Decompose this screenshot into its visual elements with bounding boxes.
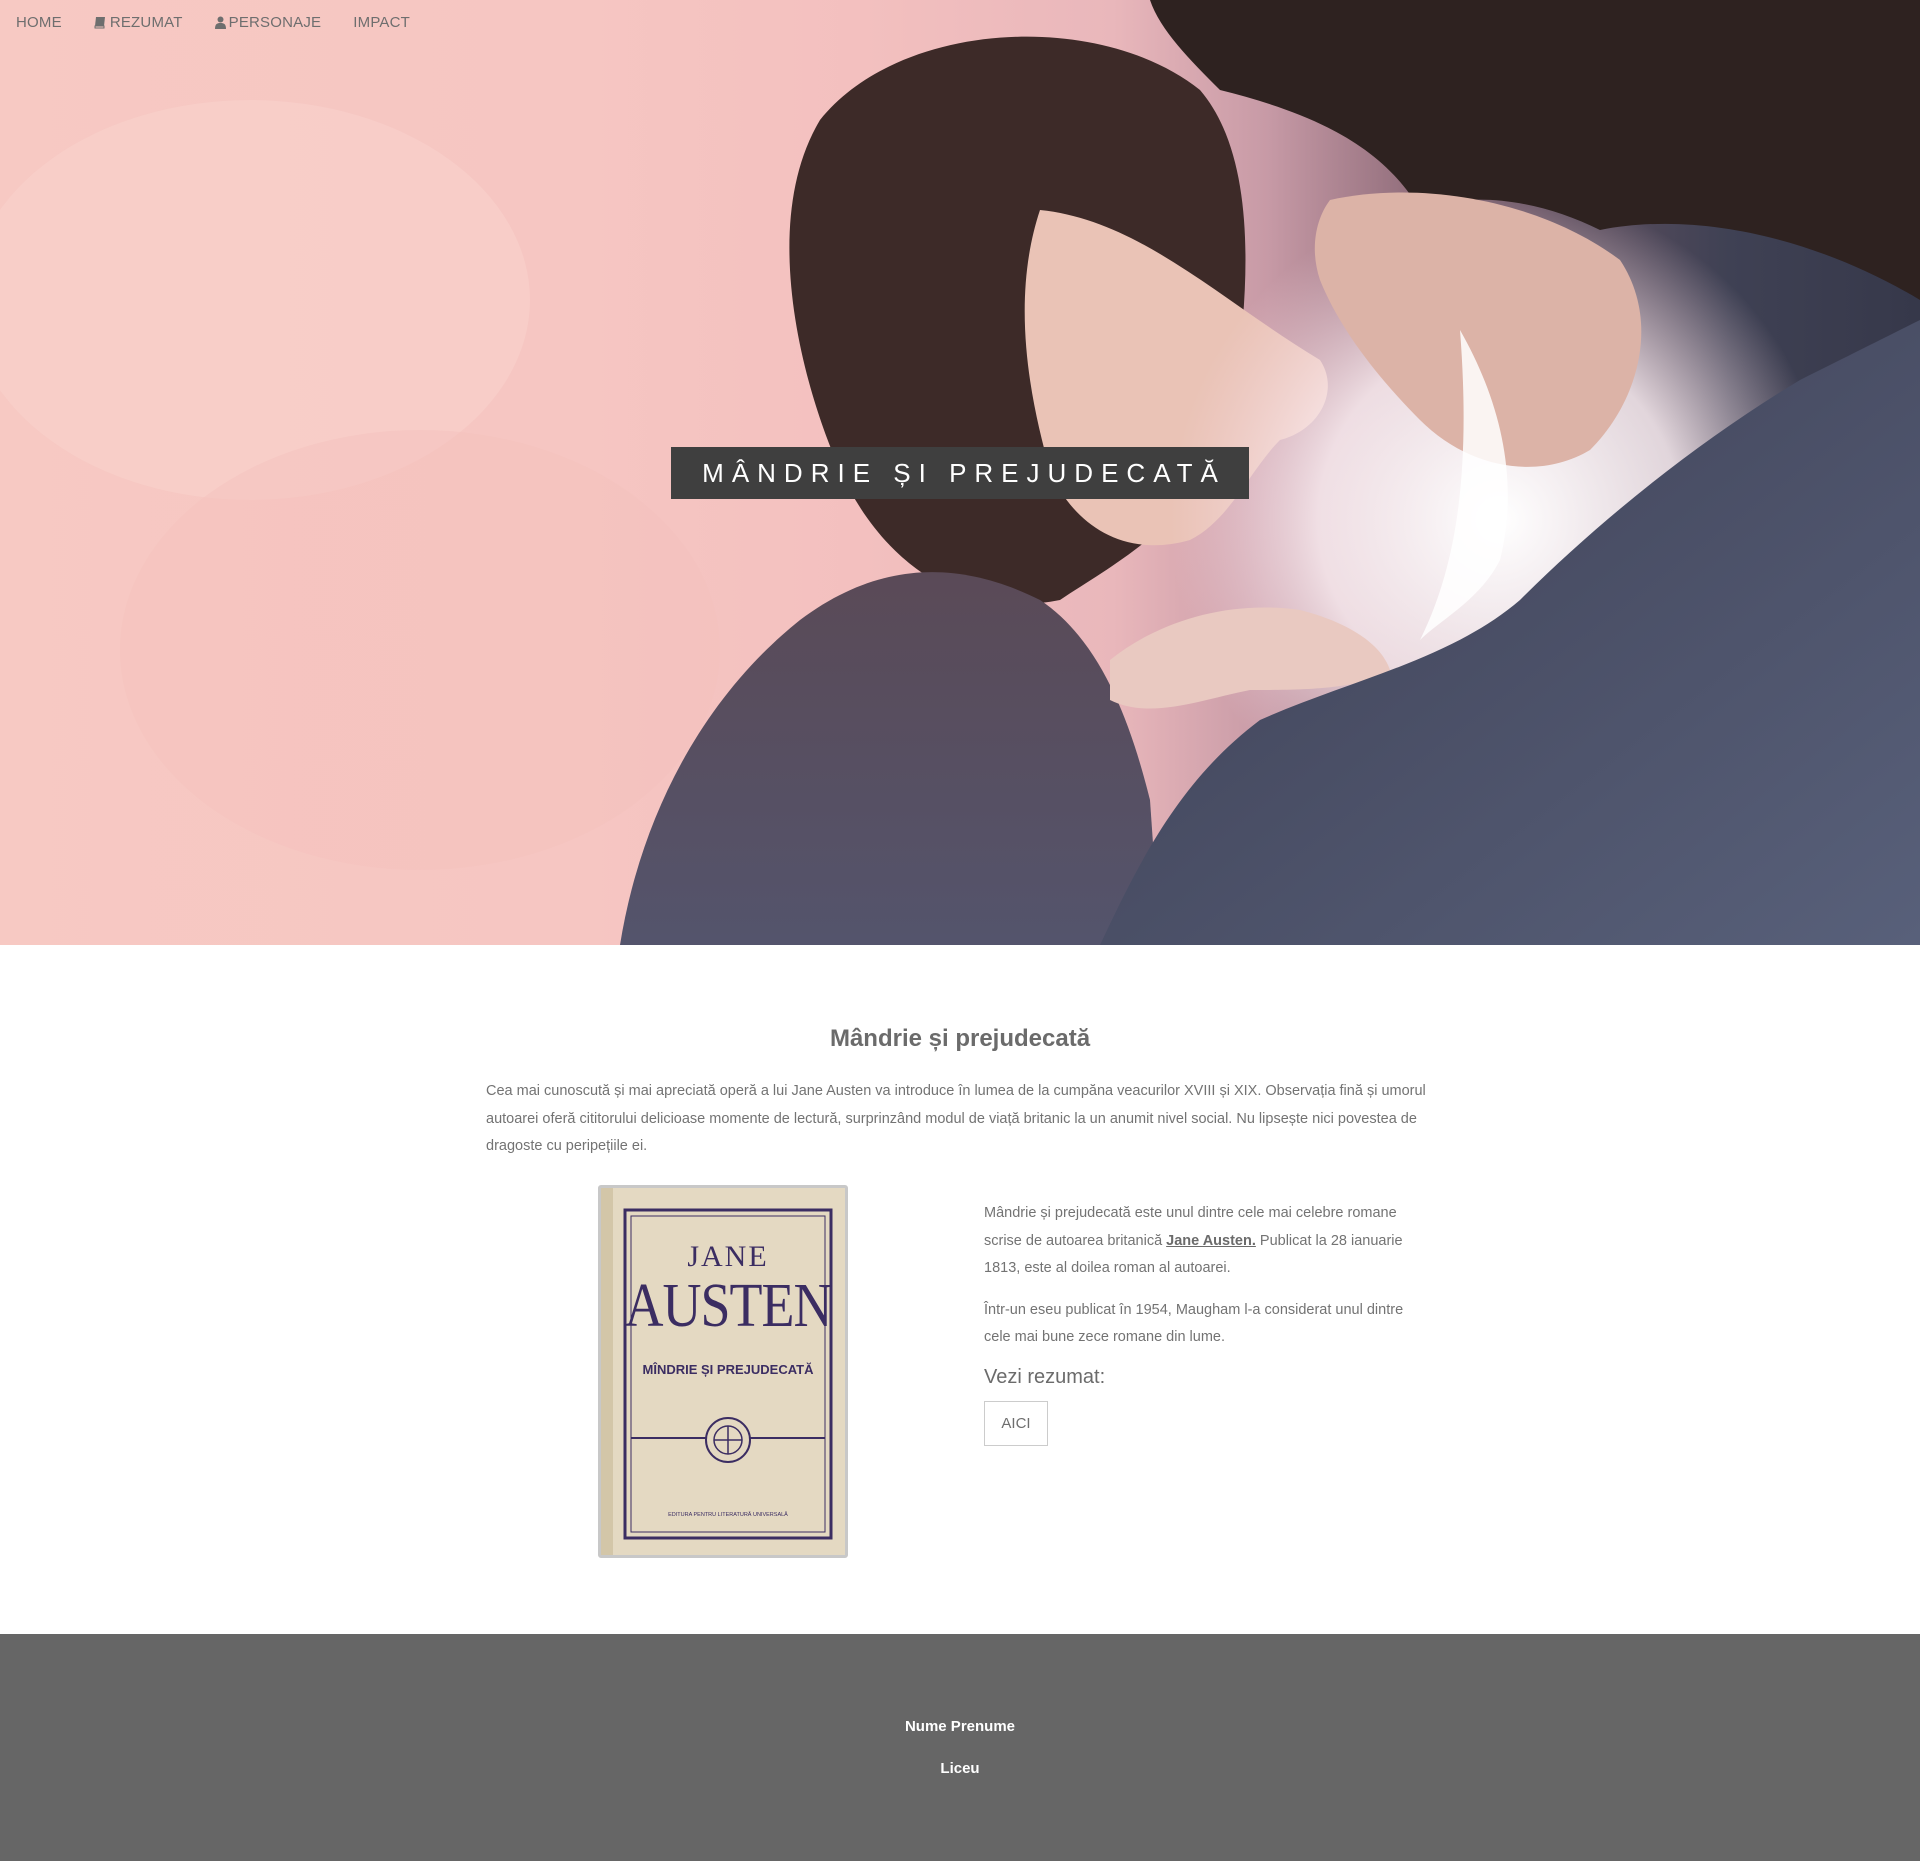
book-cover-publisher: EDITURA PENTRU LITERATURĂ UNIVERSALĂ [668, 1511, 788, 1518]
section-title: Mândrie și prejudecată [829, 1025, 1091, 1052]
hero-banner: MÂNDRIE ȘI PREJUDECATĂ [0, 0, 1920, 945]
nav-personaje-label: PERSONAJE [228, 13, 322, 31]
footer-name: Nume Prenume [904, 1718, 1016, 1735]
book-paragraph-1: Mândrie și prejudecată este unul dintre … [984, 1200, 1424, 1283]
book-cover-author-first: JANE [687, 1240, 768, 1273]
aici-button[interactable]: AICI [984, 1400, 1048, 1446]
book-cover-author-last: AUSTEN [625, 1271, 832, 1340]
book-paragraph-2: Într-un eseu publicat în 1954, Maugham l… [984, 1301, 1404, 1346]
book-cover-image: JANE AUSTEN MÎNDRIE ȘI PREJUDECATĂ EDITU… [598, 1185, 848, 1558]
footer: Nume Prenume Liceu [0, 1634, 1920, 1861]
book-icon [94, 16, 107, 29]
nav-impact[interactable]: IMPACT [353, 14, 410, 31]
book-cover-title: MÎNDRIE ȘI PREJUDECATĂ [643, 1362, 815, 1377]
vezi-rezumat-label: Vezi rezumat: [984, 1365, 1106, 1388]
hero-title-box: MÂNDRIE ȘI PREJUDECATĂ [671, 447, 1249, 499]
jane-austen-link[interactable]: Jane Austen. [1166, 1233, 1256, 1249]
nav-rezumat[interactable]: REZUMAT [94, 14, 183, 31]
nav-impact-label: IMPACT [353, 13, 411, 31]
nav-personaje[interactable]: PERSONAJE [214, 13, 322, 31]
nav-home[interactable]: HOME [16, 14, 62, 31]
user-icon [214, 16, 226, 29]
intro-paragraph: Cea mai cunoscută și mai apreciată operă… [486, 1083, 1426, 1154]
main-content: Mândrie și prejudecată Cea mai cunoscută… [0, 945, 1920, 1634]
nav-home-label: HOME [16, 13, 62, 31]
right-column: Mândrie și prejudecată este unul dintre … [984, 1200, 1424, 1446]
top-nav: HOME REZUMAT PERSONAJE IMPACT [0, 0, 1920, 44]
footer-school: Liceu [940, 1760, 980, 1777]
hero-title: MÂNDRIE ȘI PREJUDECATĂ [702, 457, 1226, 488]
nav-rezumat-label: REZUMAT [109, 13, 183, 31]
